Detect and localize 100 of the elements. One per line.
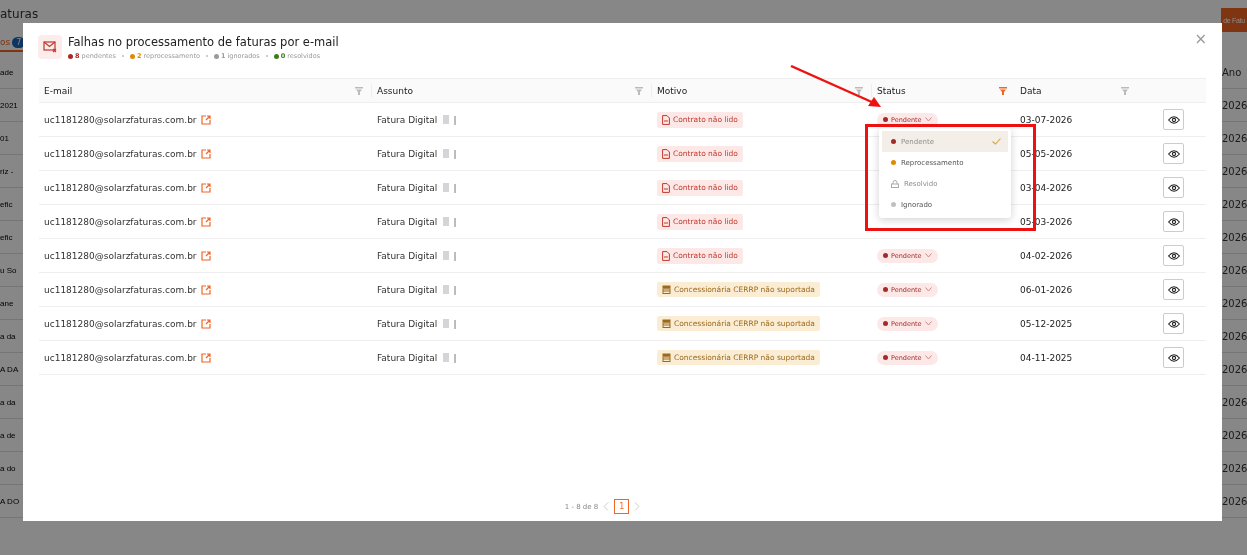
table-cell-text: riz -: [0, 166, 15, 176]
file-icon: [662, 216, 670, 227]
table-cell-text: Ano: [1222, 66, 1243, 78]
table-cell-text: a do: [0, 463, 17, 473]
column-header: Assunto: [377, 85, 413, 96]
table-cell-text: a da: [0, 331, 17, 341]
view-button[interactable]: [1163, 279, 1184, 300]
table-cell: 2026: [1222, 462, 1247, 474]
table-cell-text: 01: [0, 133, 10, 143]
subject-text: Fatura Digital: [377, 182, 438, 193]
subject-text: Fatura Digital: [377, 250, 438, 261]
email-text: uc1181280@solarzfaturas.com.br: [44, 352, 197, 363]
caret-icon: [924, 355, 932, 360]
external-link-icon: [200, 318, 211, 329]
subject-text: Fatura Digital: [377, 352, 438, 363]
table-cell: 2026: [1222, 297, 1247, 309]
external-link-icon: [200, 250, 211, 261]
document-icon: [443, 251, 450, 260]
table-cell-text: 2021: [0, 100, 19, 110]
table-cell: 2026: [1222, 99, 1247, 111]
view-button[interactable]: [1163, 313, 1184, 334]
page-button[interactable]: 1: [614, 499, 630, 514]
document-icon: [443, 353, 450, 362]
table-cell: 2026: [1222, 231, 1247, 243]
email-text: uc1181280@solarzfaturas.com.br: [44, 318, 197, 329]
email-text: uc1181280@solarzfaturas.com.br: [44, 148, 197, 159]
eye-icon: [1167, 251, 1180, 260]
file-icon: [662, 182, 670, 193]
view-button[interactable]: [1163, 143, 1184, 164]
subject-text: Fatura Digital: [377, 318, 438, 329]
table-cell: 2026: [1222, 396, 1247, 408]
view-button[interactable]: [1163, 109, 1184, 130]
table-cell-text: a de: [0, 430, 17, 440]
caret-icon: [924, 321, 932, 326]
document-icon: [443, 183, 450, 192]
table-cell: 2026: [1222, 132, 1247, 144]
subject-text: Fatura Digital: [377, 148, 438, 159]
table-cell-text: ade: [0, 67, 15, 77]
table-cell-text: A DO: [0, 496, 21, 506]
email-text: uc1181280@solarzfaturas.com.br: [44, 250, 197, 261]
caret-icon: [924, 117, 932, 122]
external-link-icon: [200, 216, 211, 227]
storefront-icon: [662, 353, 671, 362]
view-button[interactable]: [1163, 177, 1184, 198]
filter-icon[interactable]: [999, 86, 1007, 95]
date-text: 04-02-2026: [1020, 250, 1073, 261]
date-text: 04-11-2025: [1020, 352, 1073, 363]
table-cell: 2026: [1222, 264, 1247, 276]
view-button[interactable]: [1163, 211, 1184, 232]
subject-text: Fatura Digital: [377, 114, 438, 125]
external-link-icon: [200, 352, 211, 363]
date-text: 05-12-2025: [1020, 318, 1073, 329]
bar-text: |: [453, 148, 457, 159]
caret-icon: [924, 253, 932, 258]
bar-text: |: [453, 352, 457, 363]
email-text: uc1181280@solarzfaturas.com.br: [44, 114, 197, 125]
bar-text: |: [453, 250, 457, 261]
column-header: E-mail: [44, 85, 73, 96]
bar-text: |: [453, 318, 457, 329]
external-link-icon: [200, 182, 211, 193]
filter-icon[interactable]: [855, 86, 863, 95]
document-icon: [443, 319, 450, 328]
chevron-right-icon: [634, 502, 641, 511]
date-text: 03-07-2026: [1020, 114, 1073, 125]
table-cell: 2026: [1222, 330, 1247, 342]
bar-text: |: [453, 216, 457, 227]
eye-icon: [1167, 149, 1180, 158]
storefront-icon: [662, 319, 671, 328]
eye-icon: [1167, 115, 1180, 124]
table-cell-text: ane: [0, 298, 15, 308]
chevron-left-icon: [603, 502, 610, 511]
column-header: Data: [1020, 85, 1042, 96]
table-cell: 2026: [1222, 363, 1247, 375]
external-link-icon: [200, 284, 211, 295]
column-header: Status: [877, 85, 906, 96]
bar-text: |: [453, 284, 457, 295]
eye-icon: [1167, 183, 1180, 192]
view-button[interactable]: [1163, 347, 1184, 368]
table-cell: 2026: [1222, 198, 1247, 210]
view-button[interactable]: [1163, 245, 1184, 266]
email-text: uc1181280@solarzfaturas.com.br: [44, 284, 197, 295]
eye-icon: [1167, 217, 1180, 226]
subject-text: Fatura Digital: [377, 216, 438, 227]
bar-text: |: [453, 182, 457, 193]
document-icon: [443, 285, 450, 294]
table-cell-text: a da: [0, 397, 17, 407]
check-icon: [992, 138, 1001, 145]
lock-icon: [891, 179, 899, 188]
subject-text: Fatura Digital: [377, 284, 438, 295]
caret-icon: [924, 287, 932, 292]
mail-error-icon: [38, 35, 62, 59]
email-text: uc1181280@solarzfaturas.com.br: [44, 216, 197, 227]
document-icon: [443, 217, 450, 226]
file-icon: [662, 114, 670, 125]
email-text: uc1181280@solarzfaturas.com.br: [44, 182, 197, 193]
eye-icon: [1167, 319, 1180, 328]
page-title: aturas: [0, 7, 39, 21]
file-icon: [662, 250, 670, 261]
storefront-icon: [662, 285, 671, 294]
dialog-title: Falhas no processamento de faturas por e-mail: [68, 35, 340, 49]
